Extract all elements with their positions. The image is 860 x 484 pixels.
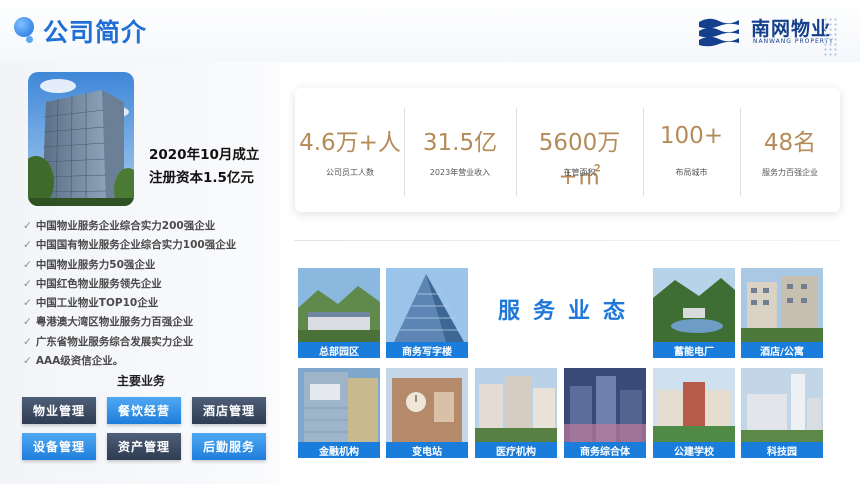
check-icon: ✓ xyxy=(23,335,32,348)
check-icon: ✓ xyxy=(23,258,32,271)
check-icon: ✓ xyxy=(23,239,32,252)
check-icon: ✓ xyxy=(23,316,32,329)
stat-cities-value: 100+ xyxy=(659,123,724,149)
list-item: ✓ 中国物业服务企业综合实力200强企业 xyxy=(23,220,216,232)
company-logo-waves-icon xyxy=(699,18,739,47)
tile-financial-institution: 金融机构 xyxy=(298,368,380,458)
main-business-title: 主要业务 xyxy=(117,374,166,388)
list-item: ✓ 粤港澳大湾区物业服务力百强企业 xyxy=(23,316,194,329)
headquarters-park-photo xyxy=(298,268,380,342)
tile-headquarters-park: 总部园区 xyxy=(298,268,380,358)
tile-office-building: 商务写字楼 xyxy=(386,268,468,358)
headquarters-building-photo xyxy=(28,72,134,206)
check-icon: ✓ xyxy=(23,220,32,232)
stat-employees-value: 4.6万+人 xyxy=(299,130,401,156)
tile-medical-institution: 医疗机构 xyxy=(475,368,557,458)
tile-substation: 变电站 xyxy=(386,368,468,458)
list-item: ✓ 中国工业物业TOP10企业 xyxy=(23,297,159,310)
substation-photo xyxy=(386,368,468,442)
office-building-photo xyxy=(386,268,468,342)
list-item: ✓ 中国红色物业服务领先企业 xyxy=(23,277,162,290)
stat-area-value: 5600万+㎡ xyxy=(538,130,621,190)
section-divider xyxy=(294,240,840,241)
power-plant-photo xyxy=(653,268,735,342)
tile-hotel-apartment: 酒店/公寓 xyxy=(741,268,823,358)
company-overview: 2020年10月成立 注册资本1.5亿元 xyxy=(149,144,259,190)
business-hotel-management: 酒店管理 xyxy=(192,397,266,424)
list-item: ✓ 广东省物业服务综合发展实力企业 xyxy=(23,335,194,348)
tile-pumped-storage-plant: 蓄能电厂 xyxy=(653,268,735,358)
title-bullet-small-icon xyxy=(26,36,33,43)
business-asset-management: 资产管理 xyxy=(107,433,181,460)
check-icon: ✓ xyxy=(23,297,32,310)
stat-divider xyxy=(404,108,405,196)
stat-employees-label: 公司员工人数 xyxy=(326,168,374,177)
list-item: ✓ AAA级资信企业。 xyxy=(23,355,124,368)
check-icon: ✓ xyxy=(23,277,32,290)
tile-commercial-complex: 商务综合体 xyxy=(564,368,646,458)
check-icon: ✓ xyxy=(23,355,32,368)
stat-cities-label: 布局城市 xyxy=(675,168,708,177)
registered-capital: 注册资本1.5亿元 xyxy=(149,170,254,186)
stat-divider xyxy=(740,108,741,196)
science-park-photo xyxy=(741,368,823,442)
business-property-management: 物业管理 xyxy=(22,397,96,424)
honors-list: ✓ 中国物业服务企业综合实力200强企业 ✓ 中国国有物业服务企业综合实力100强企… xyxy=(23,217,236,371)
hospital-photo xyxy=(475,368,557,442)
commercial-complex-photo xyxy=(564,368,646,442)
stat-top100-value: 48名 xyxy=(763,130,817,156)
tile-public-school: 公建学校 xyxy=(653,368,735,458)
company-logo-english: NANWANG PROPERTY xyxy=(753,38,834,45)
company-logo-name: 南网物业 xyxy=(751,18,832,40)
stat-divider xyxy=(516,108,517,196)
stat-divider xyxy=(643,108,644,196)
hotel-photo xyxy=(741,268,823,342)
stat-area-label: 在管面积 xyxy=(563,168,596,177)
list-item: ✓ 中国国有物业服务企业综合实力100强企业 xyxy=(23,239,237,252)
title-bullet-icon xyxy=(14,17,34,37)
stat-revenue-value: 31.5亿 xyxy=(422,130,498,156)
list-item: ✓ 中国物业服务力50强企业 xyxy=(23,258,156,271)
tile-science-park: 科技园 xyxy=(741,368,823,458)
school-photo xyxy=(653,368,735,442)
business-logistics-service: 后勤服务 xyxy=(192,433,266,460)
business-equipment-management: 设备管理 xyxy=(22,433,96,460)
page-title: 公司简介 xyxy=(43,18,148,47)
decorative-dot-grid xyxy=(823,17,839,57)
stat-revenue-label: 2023年营业收入 xyxy=(429,168,491,177)
service-title: 服务业态 xyxy=(498,299,639,324)
business-catering: 餐饮经营 xyxy=(107,397,181,424)
stat-top100-label: 服务力百强企业 xyxy=(762,168,818,177)
bank-building-photo xyxy=(298,368,380,442)
established-date: 2020年10月成立 xyxy=(149,147,260,163)
